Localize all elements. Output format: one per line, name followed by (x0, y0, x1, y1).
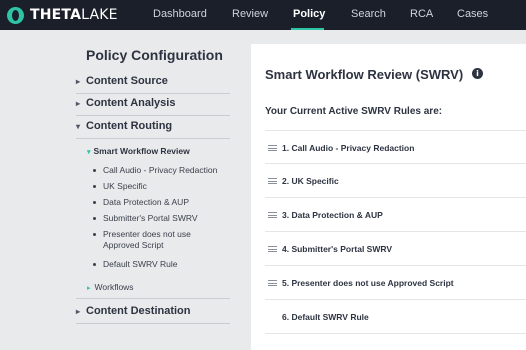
divider (76, 115, 230, 116)
sidebar-item-label: Content Source (86, 75, 168, 87)
divider (76, 138, 230, 139)
rule-label: 1. Call Audio - Privacy Redaction (282, 143, 415, 153)
swrv-rule-row[interactable]: 5. Presenter does not use Approved Scrip… (265, 266, 526, 300)
nav-rca[interactable]: RCA (410, 8, 433, 20)
sidebar-item-label: Content Routing (86, 120, 173, 132)
sidebar-rule-link[interactable]: Presenter does not use Approved Script (93, 229, 221, 251)
chevron-right-icon: ▸ (87, 285, 91, 292)
chevron-down-icon: ▾ (76, 122, 81, 131)
sidebar-item-content-analysis[interactable]: ▸ Content Analysis (76, 97, 175, 109)
rule-label: 3. Data Protection & AUP (282, 210, 383, 220)
bullet-icon (93, 263, 96, 266)
sidebar-rule-link[interactable]: Default SWRV Rule (93, 259, 229, 270)
sidebar-subitem-label: Workflows (94, 282, 134, 292)
sidebar-subitem-label: Smart Workflow Review (93, 146, 190, 156)
swrv-rule-row[interactable]: 4. Submitter's Portal SWRV (265, 232, 526, 266)
sidebar-item-smart-workflow-review[interactable]: ▾ Smart Workflow Review (87, 146, 190, 156)
info-icon[interactable]: i (472, 68, 483, 79)
rule-label: 2. UK Specific (282, 176, 339, 186)
chevron-down-icon: ▾ (87, 149, 91, 156)
divider (76, 93, 230, 94)
sidebar-item-content-source[interactable]: ▸ Content Source (76, 75, 168, 87)
bullet-icon (93, 201, 96, 204)
chevron-right-icon: ▸ (76, 99, 81, 108)
top-nav-bar: THETALAKE Dashboard Review Policy Search… (0, 0, 526, 30)
bullet-icon (93, 217, 96, 220)
drag-handle-icon[interactable] (268, 280, 277, 286)
bullet-icon (93, 185, 96, 188)
sidebar-item-content-destination[interactable]: ▸ Content Destination (76, 305, 191, 317)
nav-dashboard[interactable]: Dashboard (153, 8, 207, 20)
swrv-rule-row[interactable]: 1. Call Audio - Privacy Redaction (265, 130, 526, 164)
chevron-right-icon: ▸ (76, 77, 81, 86)
bullet-icon (93, 169, 96, 172)
panel-title: Smart Workflow Review (SWRV) (265, 67, 464, 82)
nav-review[interactable]: Review (232, 8, 268, 20)
nav-cases[interactable]: Cases (457, 8, 488, 20)
panel-subtitle: Your Current Active SWRV Rules are: (265, 106, 443, 117)
sidebar-rule-link[interactable]: Data Protection & AUP (93, 197, 229, 208)
rule-label: 6. Default SWRV Rule (282, 312, 369, 322)
logo-text-light: LAKE (81, 7, 118, 23)
logo-text-bold: THETA (30, 7, 82, 23)
rule-label: 5. Presenter does not use Approved Scrip… (282, 278, 454, 288)
drag-handle-icon[interactable] (268, 246, 277, 252)
swrv-rule-row[interactable]: 3. Data Protection & AUP (265, 198, 526, 232)
bullet-icon (93, 233, 96, 236)
drag-handle-icon[interactable] (268, 212, 277, 218)
sidebar-rule-link[interactable]: Submitter's Portal SWRV (93, 213, 229, 224)
swrv-rule-row[interactable]: 6. Default SWRV Rule (265, 300, 526, 334)
active-nav-indicator (291, 28, 324, 30)
sidebar-rule-link[interactable]: Call Audio - Privacy Redaction (93, 165, 229, 176)
thetalake-logo[interactable]: THETALAKE (7, 6, 118, 24)
sidebar-rule-link[interactable]: UK Specific (93, 181, 229, 192)
sidebar-title: Policy Configuration (86, 47, 223, 63)
nav-policy[interactable]: Policy (293, 8, 325, 20)
sidebar-item-label: Content Analysis (86, 97, 176, 109)
drag-handle-icon[interactable] (268, 178, 277, 184)
swrv-rule-row[interactable]: 2. UK Specific (265, 164, 526, 198)
rule-label: 4. Submitter's Portal SWRV (282, 244, 393, 254)
divider (76, 323, 230, 324)
divider (76, 298, 230, 299)
swrv-panel: Smart Workflow Review (SWRV) i Your Curr… (251, 44, 526, 350)
sidebar-item-content-routing[interactable]: ▾ Content Routing (76, 120, 172, 132)
drag-handle-icon[interactable] (268, 145, 277, 151)
sidebar-item-workflows[interactable]: ▸ Workflows (87, 282, 134, 292)
sidebar-item-label: Content Destination (86, 305, 191, 317)
nav-search[interactable]: Search (351, 8, 386, 20)
logo-icon (7, 6, 24, 24)
chevron-right-icon: ▸ (76, 307, 81, 316)
